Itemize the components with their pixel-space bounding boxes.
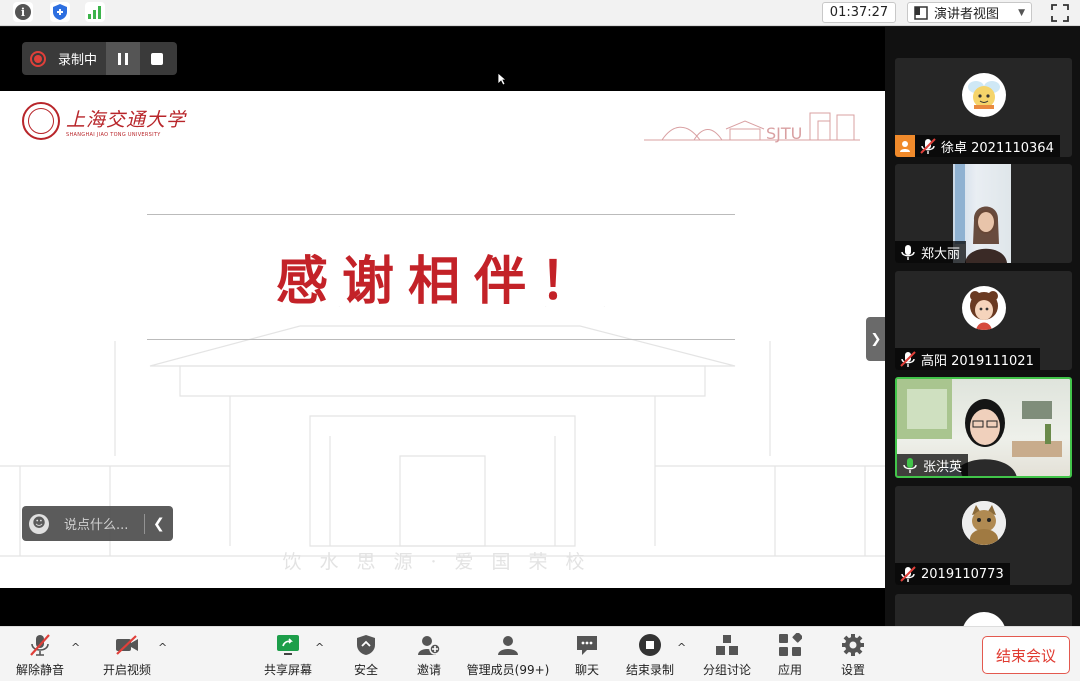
speaker-view-icon: [914, 5, 928, 20]
end-recording-button[interactable]: 结束录制: [611, 633, 689, 678]
share-screen-icon: [275, 633, 301, 657]
meeting-toolbar: 解除静音 ^ 开启视频 ^ 共享屏幕 ^ 安全 邀请 管理成员(99+) 聊天 …: [0, 626, 1080, 681]
invite-user-icon: [416, 633, 442, 657]
quick-chat-box[interactable]: ☻ 说点什么... ❮: [22, 506, 173, 541]
breakout-rooms-icon: [714, 633, 740, 657]
chat-bubble-icon: [574, 633, 600, 657]
participant-tile[interactable]: 郑大丽: [895, 164, 1072, 263]
participant-name: 徐卓 2021110364: [941, 140, 1054, 156]
participant-name: 张洪英: [923, 459, 963, 475]
mic-muted-icon: [920, 138, 936, 154]
stop-icon: [151, 52, 163, 65]
chevron-left-icon[interactable]: ❮: [153, 516, 165, 532]
share-screen-button[interactable]: 共享屏幕: [249, 633, 327, 678]
gear-icon: [840, 633, 866, 657]
cartoon-bee-avatar: [962, 73, 1006, 117]
campus-gate-watermark: [0, 306, 885, 557]
stop-recording-icon: [637, 633, 663, 657]
participant-name-tag: 张洪英: [897, 454, 969, 476]
security-shield-icon: [353, 633, 379, 657]
end-meeting-button[interactable]: 结束会议: [982, 636, 1070, 674]
recording-status-label: 录制中: [58, 53, 98, 68]
participant-name-tag: 郑大丽: [895, 241, 967, 263]
panel-collapse-handle[interactable]: ❯: [866, 317, 886, 361]
participants-panel: 徐卓 2021110364 郑大丽 高阳 2019111021 张洪英 2019…: [885, 27, 1080, 626]
view-mode-label: 演讲者视图: [934, 7, 1000, 22]
title-rule-top: [147, 214, 735, 215]
recording-indicator-icon: [30, 50, 46, 67]
mic-muted-icon: [900, 566, 916, 582]
host-badge-icon: [895, 135, 915, 157]
participant-tile-active-speaker[interactable]: 张洪英: [895, 377, 1072, 478]
cat-avatar: [962, 501, 1006, 545]
university-logo: 上海交通大学 SHANGHAI JIAO TONG UNIVERSITY: [22, 102, 186, 140]
view-mode-select[interactable]: 演讲者视图 ▼: [907, 2, 1032, 23]
unmute-button[interactable]: 解除静音: [1, 633, 79, 678]
video-options-chevron-icon[interactable]: ^: [158, 641, 167, 654]
chat-input[interactable]: 说点什么...: [64, 514, 134, 533]
participant-tile[interactable]: 徐卓 2021110364: [895, 58, 1072, 157]
invite-button[interactable]: 邀请: [390, 633, 468, 678]
settings-label: 设置: [840, 663, 865, 677]
chat-divider: [144, 513, 145, 534]
participant-tile[interactable]: [895, 594, 1072, 626]
participant-name-tag: 高阳 2019111021: [895, 348, 1040, 370]
top-status-bar: i 01:37:27 演讲者视图 ▼: [0, 0, 1080, 26]
fullscreen-icon[interactable]: [1050, 3, 1070, 23]
slide-title: 感谢相伴！: [275, 252, 606, 312]
logo-chinese-name: 上海交通大学: [66, 108, 187, 131]
share-options-chevron-icon[interactable]: ^: [315, 641, 324, 654]
apps-grid-icon: [777, 633, 803, 657]
members-icon: [495, 633, 521, 657]
university-seal-icon: [22, 102, 60, 140]
chevron-down-icon: ▼: [1018, 7, 1025, 18]
title-rule-bottom: [147, 339, 735, 340]
logo-english-name: SHANGHAI JIAO TONG UNIVERSITY: [66, 131, 161, 138]
recording-options-chevron-icon[interactable]: ^: [677, 641, 686, 654]
settings-button[interactable]: 设置: [814, 633, 892, 678]
participant-name: 2019110773: [921, 566, 1004, 582]
cartoon-girl-avatar: [962, 286, 1006, 330]
start-video-button[interactable]: 开启视频: [88, 633, 166, 678]
security-label: 安全: [353, 663, 378, 677]
meeting-info-icon[interactable]: i: [13, 2, 33, 22]
pause-recording-button[interactable]: [106, 42, 140, 75]
breakout-label: 分组讨论: [702, 663, 751, 677]
end-recording-label: 结束录制: [625, 663, 674, 677]
sjtu-art-text: SJTU: [766, 124, 802, 143]
participant-tile[interactable]: 2019110773: [895, 486, 1072, 585]
mic-active-icon: [903, 458, 917, 473]
manage-members-label: 管理成员(99+): [466, 663, 550, 677]
start-video-label: 开启视频: [102, 663, 151, 677]
mic-muted-icon: [27, 633, 53, 657]
network-signal-icon[interactable]: [85, 2, 105, 22]
participant-name: 郑大丽: [921, 246, 961, 262]
participant-name-tag: 2019110773: [895, 563, 1010, 585]
emoji-icon[interactable]: ☻: [29, 513, 49, 534]
avatar: [962, 612, 1006, 626]
audio-options-chevron-icon[interactable]: ^: [71, 641, 80, 654]
slide-motto: 饮水思源·爱国荣校: [282, 551, 603, 573]
stop-recording-button[interactable]: [140, 42, 174, 75]
pause-icon: [118, 52, 128, 65]
share-screen-label: 共享屏幕: [263, 663, 312, 677]
chat-label: 聊天: [574, 663, 599, 677]
participant-tile[interactable]: 高阳 2019111021: [895, 271, 1072, 370]
video-off-icon: [114, 633, 140, 657]
meeting-timer: 01:37:27: [822, 2, 896, 23]
recording-control-bar: 录制中: [22, 42, 177, 75]
mic-icon: [901, 245, 915, 260]
mouse-cursor-icon: [497, 72, 507, 86]
chevron-right-icon: ❯: [870, 331, 882, 347]
apps-label: 应用: [777, 663, 802, 677]
sjtu-line-art: SJTU: [644, 112, 860, 143]
participant-name-tag: 徐卓 2021110364: [895, 135, 1060, 157]
encryption-shield-icon[interactable]: [50, 2, 70, 22]
participant-name: 高阳 2019111021: [921, 353, 1034, 369]
unmute-label: 解除静音: [15, 663, 64, 677]
manage-members-button[interactable]: 管理成员(99+): [461, 633, 555, 678]
mic-muted-icon: [900, 351, 916, 367]
invite-label: 邀请: [416, 663, 441, 677]
